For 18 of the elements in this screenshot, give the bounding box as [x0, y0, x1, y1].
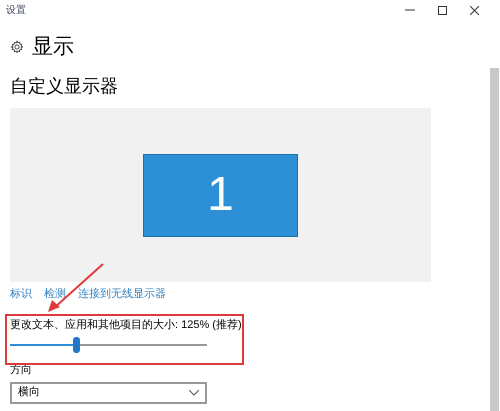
link[interactable]: 标识: [10, 286, 32, 302]
slider-thumb[interactable]: [72, 337, 80, 353]
close-icon: [470, 6, 478, 14]
monitor-tile[interactable]: 1: [143, 154, 298, 236]
scale-slider[interactable]: [10, 337, 207, 353]
orientation-label: 方向: [10, 363, 33, 378]
link[interactable]: 检测: [44, 286, 66, 302]
orientation-dropdown[interactable]: 横向: [10, 382, 207, 404]
link[interactable]: 连接到无线显示器: [78, 286, 166, 302]
settings-icon: [10, 40, 24, 54]
section-title: 自定义显示器: [9, 77, 119, 95]
scale-label: 更改文本、应用和其他项目的大小: 125% (推荐): [10, 318, 243, 332]
minimize-icon: [405, 9, 415, 11]
window-title: 设置: [5, 4, 26, 18]
scrollbar[interactable]: [490, 68, 499, 411]
maximize-icon: [438, 6, 446, 14]
page-title: 显示: [32, 36, 74, 57]
chevron-down-icon: [189, 390, 199, 396]
